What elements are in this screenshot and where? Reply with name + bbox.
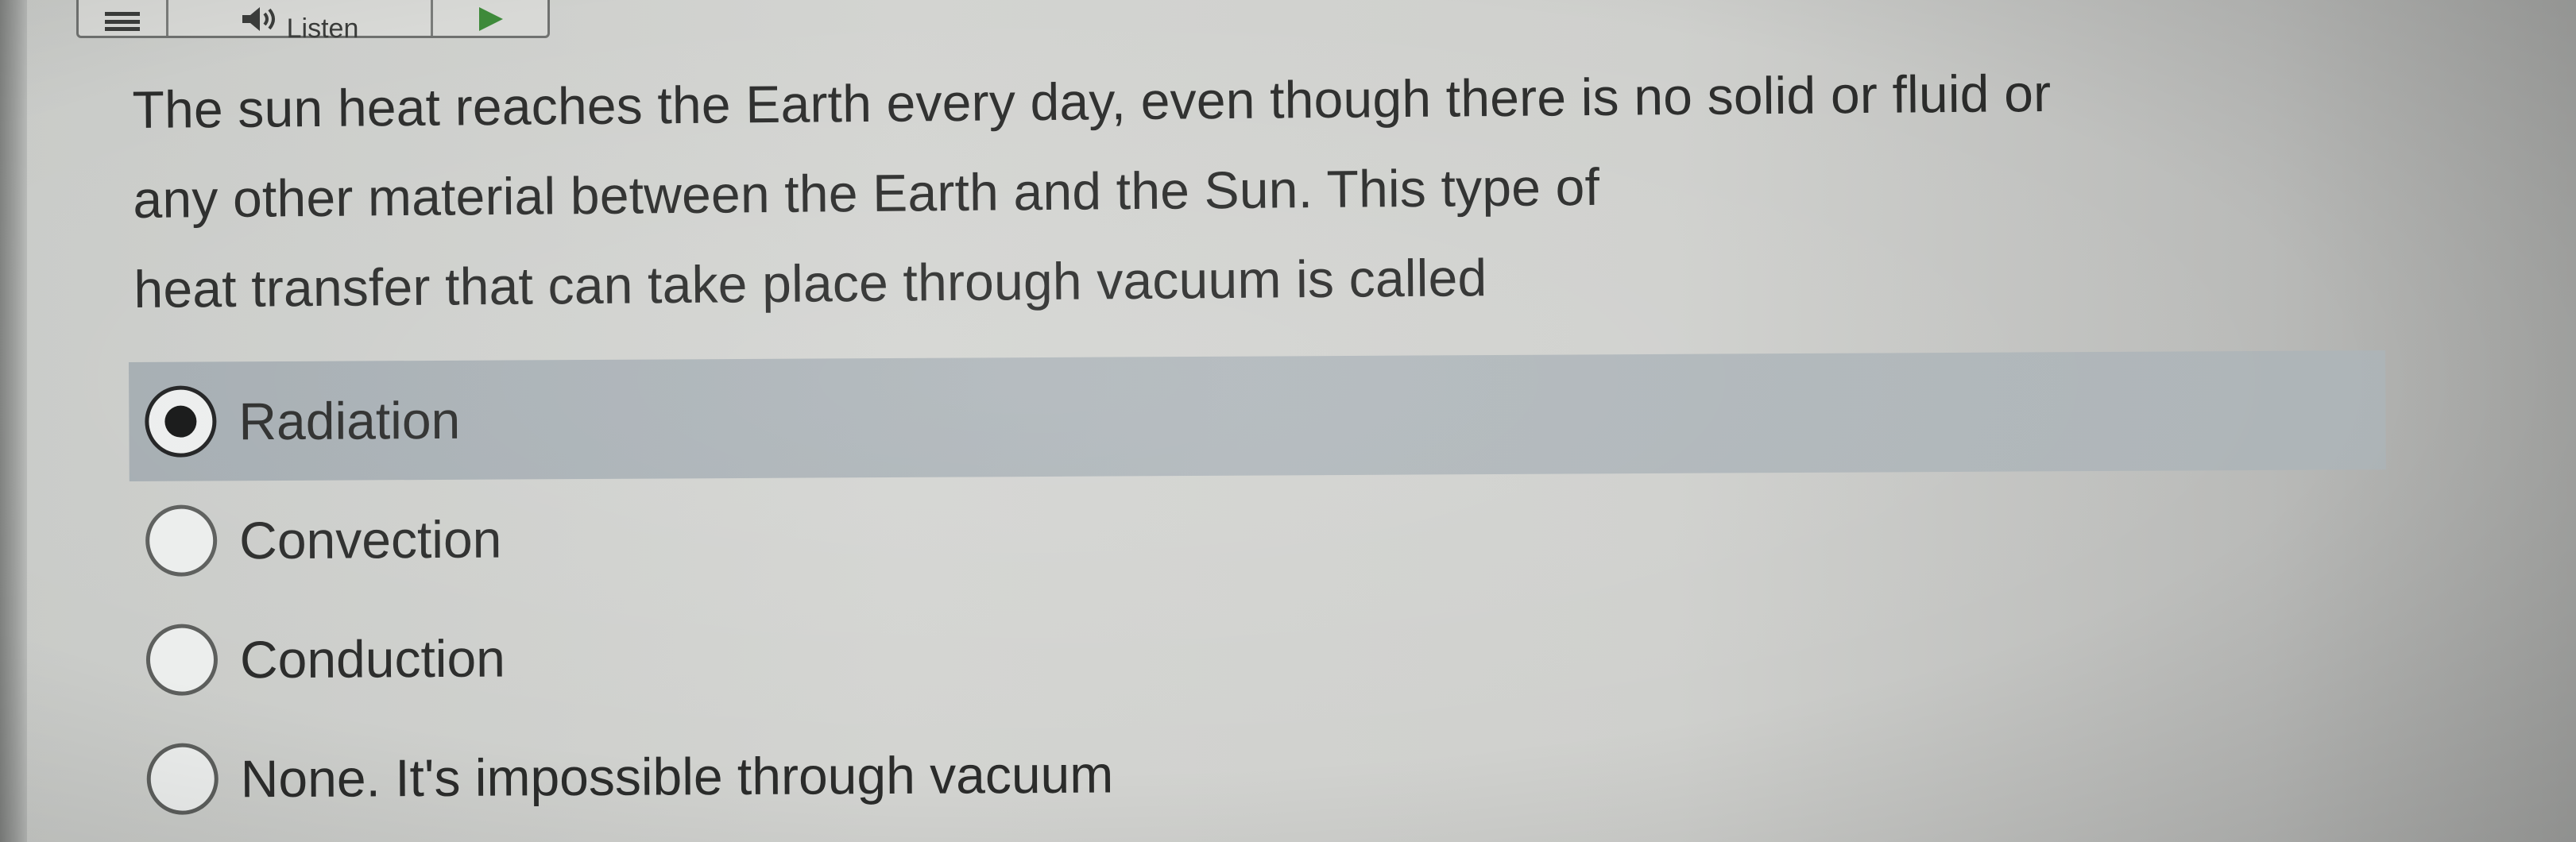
option-label: None. It's impossible through vacuum xyxy=(240,744,1114,809)
hamburger-icon xyxy=(105,12,140,31)
radio-button[interactable] xyxy=(145,624,219,696)
option-label: Conduction xyxy=(239,628,506,689)
listen-button[interactable]: Listen xyxy=(168,0,433,42)
option-conduction[interactable]: Conduction xyxy=(130,589,2388,720)
listen-label: Listen xyxy=(286,14,359,44)
option-label: Radiation xyxy=(238,390,461,451)
play-button[interactable] xyxy=(433,0,547,36)
radio-dot-icon xyxy=(164,405,197,438)
speaker-icon xyxy=(241,7,277,31)
option-none[interactable]: None. It's impossible through vacuum xyxy=(130,708,2388,839)
radio-button[interactable] xyxy=(145,504,218,577)
option-label: Convection xyxy=(238,509,502,570)
option-convection[interactable]: Convection xyxy=(130,469,2387,601)
answer-options: Radiation Convection Conduction None. It… xyxy=(129,350,2388,839)
option-radiation[interactable]: Radiation xyxy=(129,350,2386,481)
play-icon xyxy=(476,7,505,31)
question-text: The sun heat reaches the Earth every day… xyxy=(132,45,2391,334)
left-panel-edge xyxy=(0,0,27,842)
radio-button[interactable] xyxy=(146,743,219,815)
menu-button[interactable] xyxy=(79,0,168,36)
question-line-3: heat transfer that can take place throug… xyxy=(133,248,1487,319)
read-aloud-toolbar: Listen xyxy=(76,0,550,42)
radio-button-checked[interactable] xyxy=(145,385,217,458)
quiz-screen: Listen The sun heat reaches the Earth ev… xyxy=(0,0,2576,842)
